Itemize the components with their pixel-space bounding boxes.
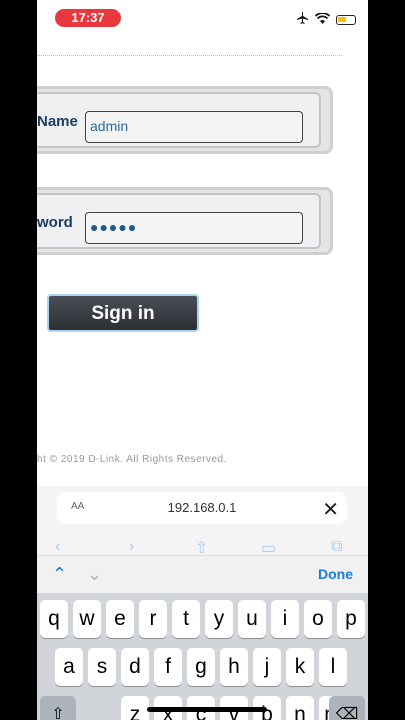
status-icons bbox=[295, 11, 356, 29]
status-time: 17:37 bbox=[55, 9, 121, 27]
address-bar[interactable]: AA 192.168.0.1 ✕ bbox=[57, 492, 347, 524]
sign-in-button[interactable]: Sign in bbox=[47, 294, 199, 332]
airplane-icon bbox=[295, 11, 309, 29]
shift-key-icon[interactable]: ⇧ bbox=[40, 696, 76, 720]
chevron-up-icon[interactable]: ⌃ bbox=[52, 564, 67, 585]
divider bbox=[37, 55, 342, 56]
key-a[interactable]: a bbox=[55, 648, 83, 686]
key-w[interactable]: w bbox=[73, 600, 101, 638]
home-indicator bbox=[147, 707, 267, 712]
chevron-down-icon[interactable]: ⌄ bbox=[87, 564, 102, 585]
password-panel: word ●●●●● bbox=[37, 193, 321, 249]
key-n[interactable]: n bbox=[286, 696, 314, 720]
key-e[interactable]: e bbox=[106, 600, 134, 638]
username-panel: Name admin bbox=[37, 92, 321, 148]
wifi-icon bbox=[314, 11, 331, 29]
key-l[interactable]: l bbox=[319, 648, 347, 686]
status-bar: 17:37 bbox=[37, 0, 368, 36]
password-input[interactable]: ●●●●● bbox=[85, 212, 303, 244]
battery-low-icon bbox=[336, 15, 356, 25]
password-label: word bbox=[37, 214, 73, 231]
tabs-icon[interactable]: ⧉ bbox=[331, 538, 342, 556]
url-text[interactable]: 192.168.0.1 bbox=[57, 500, 347, 515]
password-row: word ●●●●● bbox=[37, 187, 333, 255]
key-o[interactable]: o bbox=[304, 600, 332, 638]
key-u[interactable]: u bbox=[238, 600, 266, 638]
back-icon[interactable]: ‹ bbox=[55, 538, 60, 556]
key-z[interactable]: z bbox=[121, 696, 149, 720]
copyright-text: ght © 2019 D-Link. All Rights Reserved. bbox=[37, 454, 227, 465]
key-j[interactable]: j bbox=[253, 648, 281, 686]
key-h[interactable]: h bbox=[220, 648, 248, 686]
username-row: Name admin bbox=[37, 86, 333, 154]
phone-screen: 17:37 Name admin word ●●●●● Sign in ght … bbox=[37, 0, 368, 720]
username-input[interactable]: admin bbox=[85, 111, 303, 143]
backspace-key-icon[interactable]: ⌫ bbox=[329, 696, 365, 720]
close-icon[interactable]: ✕ bbox=[322, 497, 339, 522]
key-i[interactable]: i bbox=[271, 600, 299, 638]
done-button[interactable]: Done bbox=[318, 566, 353, 582]
key-r[interactable]: r bbox=[139, 600, 167, 638]
key-k[interactable]: k bbox=[286, 648, 314, 686]
key-p[interactable]: p bbox=[337, 600, 365, 638]
key-q[interactable]: q bbox=[40, 600, 68, 638]
key-g[interactable]: g bbox=[187, 648, 215, 686]
key-y[interactable]: y bbox=[205, 600, 233, 638]
key-s[interactable]: s bbox=[88, 648, 116, 686]
key-t[interactable]: t bbox=[172, 600, 200, 638]
key-d[interactable]: d bbox=[121, 648, 149, 686]
keyboard: q w e r t y u i o p a s d f g h j k l ⇧ … bbox=[37, 593, 368, 720]
username-label: Name bbox=[37, 113, 78, 130]
browser-address-area: AA 192.168.0.1 ✕ ‹ › ⇧ ▭ ⧉ bbox=[37, 486, 368, 562]
forward-icon[interactable]: › bbox=[129, 538, 134, 556]
key-f[interactable]: f bbox=[154, 648, 182, 686]
keyboard-accessory-bar: ⌃ ⌄ Done bbox=[37, 555, 368, 594]
